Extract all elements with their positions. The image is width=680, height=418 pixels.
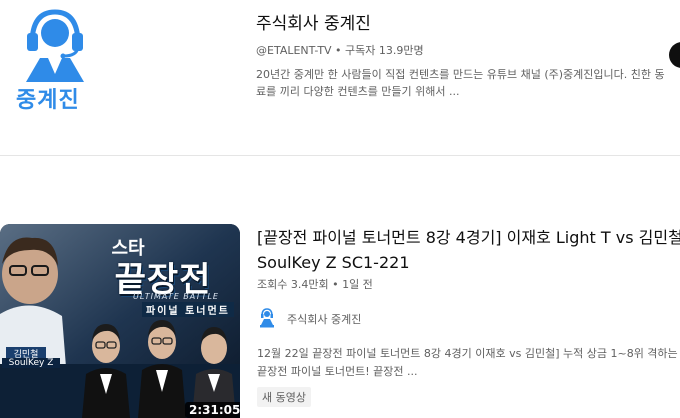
- channel-avatar-icon[interactable]: [258, 308, 276, 328]
- video-duration: 2:31:05: [185, 402, 240, 418]
- channel-logo[interactable]: 중계진: [0, 0, 110, 122]
- thumbnail-player-id: SoulKey Z: [2, 358, 60, 368]
- video-title[interactable]: [끝장전 파이널 토너먼트 8강 4경기] 이재호 Light T vs 김민철…: [257, 225, 680, 275]
- channel-logo-text: 중계진: [16, 88, 80, 113]
- video-meta: 조회수 3.4만회 • 1일 전: [257, 278, 373, 291]
- thumbnail-small-title: 스타: [111, 238, 145, 259]
- video-description: 12월 22일 끝장전 파이널 토너먼트 8강 4경기 이재호 vs 김민철] …: [257, 347, 678, 378]
- channel-name[interactable]: 주식회사 중계진: [256, 9, 371, 34]
- subscribe-button[interactable]: [669, 42, 680, 68]
- thumbnail-tournament: 파이널 토너먼트: [142, 302, 234, 317]
- video-thumbnail[interactable]: 스타 끝장전 ULTIMATE BATTLE 파이널 토너먼트 김민철 Soul…: [0, 224, 240, 418]
- channel-description[interactable]: 20년간 중계만 한 사람들이 직접 컨텐츠를 만드는 유튜브 채널 (주)중계…: [256, 66, 666, 100]
- new-video-badge: 새 동영상: [257, 387, 311, 407]
- channel-meta: @ETALENT-TV • 구독자 13.9만명: [256, 44, 424, 57]
- thumbnail-subtitle: ULTIMATE BATTLE: [133, 292, 219, 301]
- video-channel-name[interactable]: 주식회사 중계진: [287, 311, 361, 327]
- divider: [0, 155, 680, 156]
